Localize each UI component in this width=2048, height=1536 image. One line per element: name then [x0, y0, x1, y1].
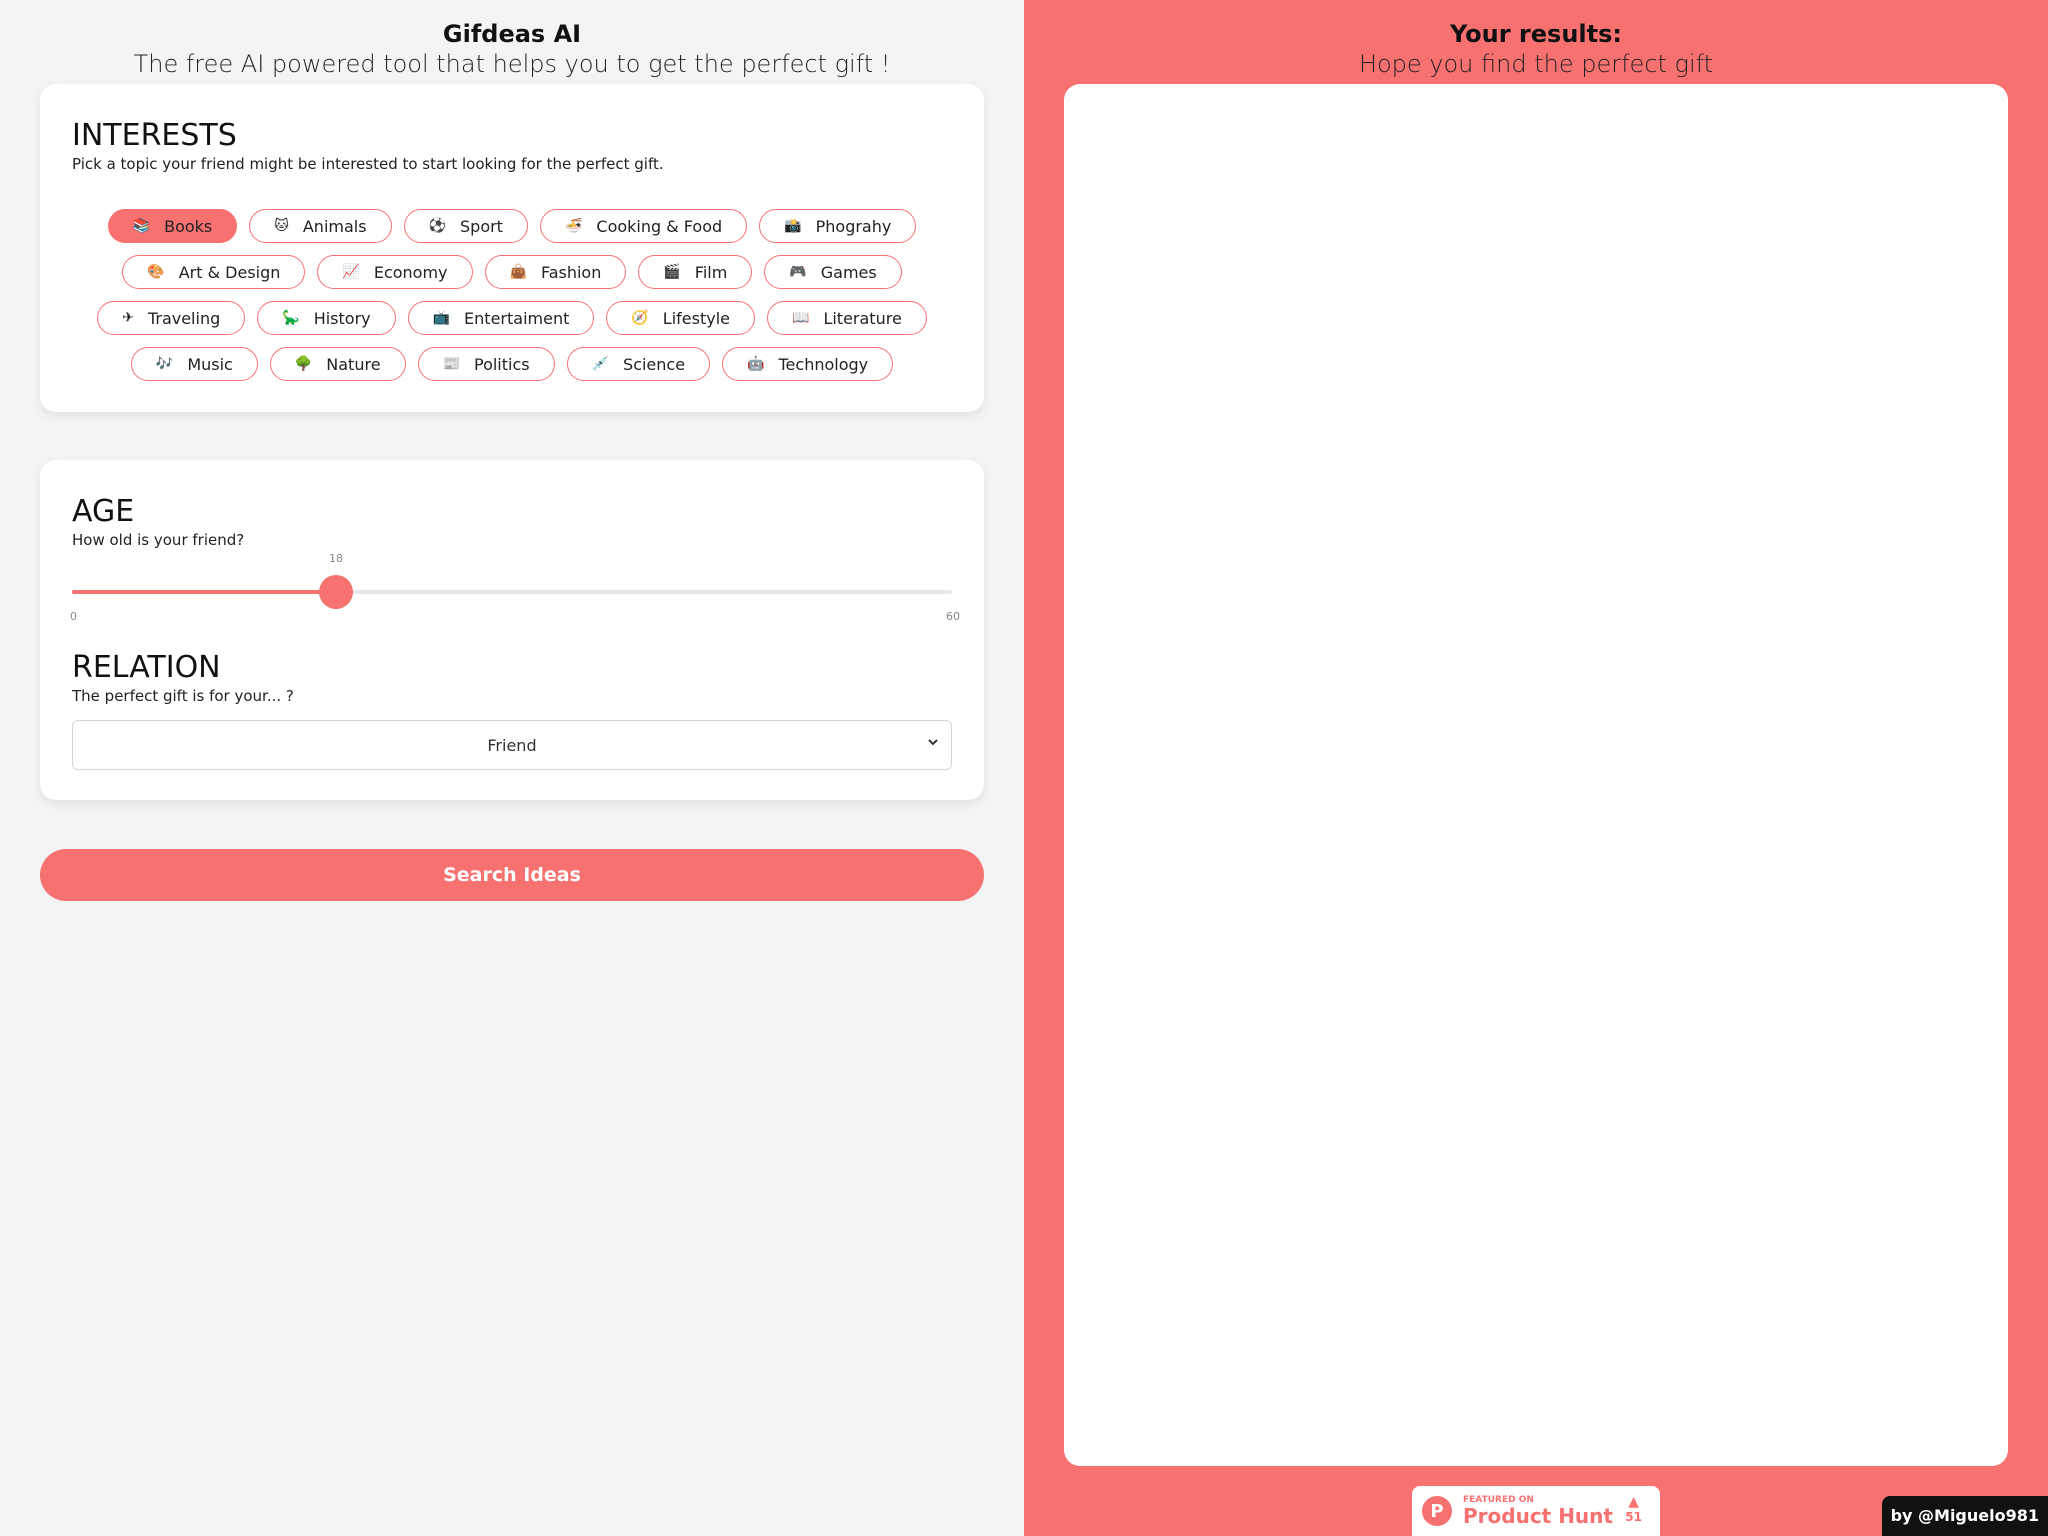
interest-emoji-icon: 🍜 — [564, 218, 583, 234]
product-hunt-text: FEATURED ON Product Hunt — [1463, 1495, 1613, 1527]
interest-chip-cooking-food[interactable]: 🍜 Cooking & Food — [539, 209, 748, 243]
form-panel: Gifdeas AI The free AI powered tool that… — [0, 0, 1024, 1536]
interest-chip-label: History — [313, 308, 371, 328]
search-ideas-button[interactable]: Search Ideas — [40, 849, 984, 901]
interest-chip-label: Literature — [823, 308, 902, 328]
age-slider-thumb[interactable] — [319, 575, 353, 609]
app-subtitle: The free AI powered tool that helps you … — [133, 50, 891, 78]
interest-chip-label: Traveling — [147, 308, 221, 328]
interest-chip-label: Phograhy — [815, 216, 892, 236]
interest-chip-label: Entertaiment — [464, 308, 570, 328]
author-credit-link[interactable]: by @Miguelo981 — [1881, 1496, 2048, 1536]
interest-emoji-icon: 🎶 — [155, 356, 174, 372]
relation-select[interactable]: Friend — [72, 720, 952, 770]
interest-chip-label: Music — [187, 354, 233, 374]
interest-emoji-icon: 🎮 — [789, 264, 807, 280]
interest-emoji-icon: 👜 — [509, 264, 527, 280]
interest-chip-art-design[interactable]: 🎨 Art & Design — [122, 255, 306, 289]
interest-emoji-icon: 📚 — [132, 218, 151, 234]
results-title: Your results: — [1449, 20, 1622, 48]
interest-row: 📚 Books 🐱 Animals ⚽ Sport 🍜 Cooking & Food 📸 Phog… — [40, 209, 984, 243]
interest-emoji-icon: 📖 — [792, 310, 810, 326]
interest-chip-label: Nature — [326, 354, 381, 374]
results-panel: Your results: Hope you find the perfect … — [1024, 0, 2048, 1536]
interest-chip-film[interactable]: 🎬 Film — [638, 255, 753, 289]
interests-description: Pick a topic your friend might be intere… — [72, 155, 664, 173]
interest-chip-lifestyle[interactable]: 🧭 Lifestyle — [606, 301, 755, 335]
interest-chip-sport[interactable]: ⚽ Sport — [403, 209, 528, 243]
interest-chip-label: Technology — [778, 354, 869, 374]
interest-chip-label: Books — [164, 216, 213, 236]
interest-emoji-icon: 📰 — [442, 356, 460, 372]
interest-chip-label: Lifestyle — [662, 308, 730, 328]
interest-chip-phograhy[interactable]: 📸 Phograhy — [759, 209, 917, 243]
interests-title: INTERESTS — [72, 118, 237, 153]
interest-chip-technology[interactable]: 🤖 Technology — [722, 347, 894, 381]
interest-chip-music[interactable]: 🎶 Music — [130, 347, 258, 381]
age-slider-min: 0 — [70, 610, 77, 623]
interest-chip-label: Science — [623, 354, 686, 374]
interest-chip-traveling[interactable]: ✈ Traveling — [97, 301, 246, 335]
interest-chip-label: Games — [820, 262, 877, 282]
relation-title: RELATION — [72, 650, 221, 685]
interest-emoji-icon: 📈 — [342, 264, 360, 280]
interest-chip-nature[interactable]: 🌳 Nature — [269, 347, 406, 381]
interest-row: 🎶 Music 🌳 Nature 📰 Politics 💉 Science 🤖 Technolog… — [40, 347, 984, 381]
age-slider[interactable]: 18 — [72, 552, 952, 609]
age-title: AGE — [72, 494, 135, 529]
interest-emoji-icon: 🎨 — [147, 264, 165, 280]
interest-chip-history[interactable]: 🦕 History — [257, 301, 396, 335]
interest-chip-label: Sport — [460, 216, 503, 236]
interest-emoji-icon: 🐱 — [274, 218, 289, 234]
interest-emoji-icon: 🤖 — [747, 356, 765, 372]
relation-description: The perfect gift is for your... ? — [72, 687, 294, 705]
interest-row: 🎨 Art & Design 📈 Economy 👜 Fashion 🎬 Film 🎮 Games — [40, 255, 984, 289]
relation-select-value: Friend — [487, 735, 537, 755]
interest-emoji-icon: 💉 — [591, 356, 610, 372]
interest-chip-label: Film — [694, 262, 728, 282]
form-header: Gifdeas AI The free AI powered tool that… — [0, 19, 1024, 79]
product-hunt-vote-count: 51 — [1625, 1510, 1642, 1524]
results-header: Your results: Hope you find the perfect … — [1024, 19, 2048, 79]
interest-chip-label: Economy — [373, 262, 448, 282]
interest-chip-label: Art & Design — [178, 262, 281, 282]
product-hunt-badge[interactable]: P FEATURED ON Product Hunt ▲ 51 — [1412, 1486, 1660, 1536]
interest-emoji-icon: ⚽ — [428, 218, 446, 234]
app-title: Gifdeas AI — [442, 20, 582, 48]
interest-emoji-icon: ✈ — [122, 310, 134, 326]
results-box — [1064, 84, 2008, 1466]
interest-chip-economy[interactable]: 📈 Economy — [317, 255, 473, 289]
interest-chip-label: Animals — [302, 216, 367, 236]
interest-chip-science[interactable]: 💉 Science — [566, 347, 711, 381]
interest-chip-label: Politics — [473, 354, 530, 374]
age-slider-fill — [72, 590, 336, 594]
interest-emoji-icon: 🎬 — [663, 264, 681, 280]
interest-chip-literature[interactable]: 📖 Literature — [767, 301, 927, 335]
interest-chip-games[interactable]: 🎮 Games — [764, 255, 902, 289]
interest-row: ✈ Traveling 🦕 History 📺 Entertaiment 🧭 Lifestyl… — [40, 301, 984, 335]
age-description: How old is your friend? — [72, 531, 245, 549]
interest-emoji-icon: 📺 — [432, 310, 451, 326]
interest-chip-fashion[interactable]: 👜 Fashion — [484, 255, 627, 289]
interest-emoji-icon: 🦕 — [282, 310, 300, 326]
results-subtitle: Hope you find the perfect gift — [1358, 50, 1714, 78]
age-slider-value: 18 — [329, 552, 343, 565]
product-hunt-votes: ▲ 51 — [1625, 1494, 1642, 1524]
interest-emoji-icon: 📸 — [784, 218, 802, 234]
product-hunt-logo-icon: P — [1422, 1496, 1452, 1526]
interest-chip-politics[interactable]: 📰 Politics — [417, 347, 555, 381]
age-slider-max: 60 — [946, 610, 960, 623]
upvote-arrow-icon: ▲ — [1628, 1494, 1640, 1510]
age-relation-card: AGE How old is your friend? 18 0 60 RELA… — [40, 460, 984, 800]
interest-chip-animals[interactable]: 🐱 Animals — [249, 209, 392, 243]
interest-chip-label: Fashion — [540, 262, 602, 282]
interest-emoji-icon: 🌳 — [294, 356, 313, 372]
interests-card: INTERESTS Pick a topic your friend might… — [40, 84, 984, 412]
interest-chip-books[interactable]: 📚 Books — [107, 209, 238, 243]
interest-emoji-icon: 🧭 — [631, 310, 649, 326]
interest-chip-entertaiment[interactable]: 📺 Entertaiment — [407, 301, 595, 335]
chevron-down-icon — [927, 736, 939, 752]
interest-chip-label: Cooking & Food — [596, 216, 723, 236]
product-hunt-name: Product Hunt — [1463, 1504, 1613, 1528]
